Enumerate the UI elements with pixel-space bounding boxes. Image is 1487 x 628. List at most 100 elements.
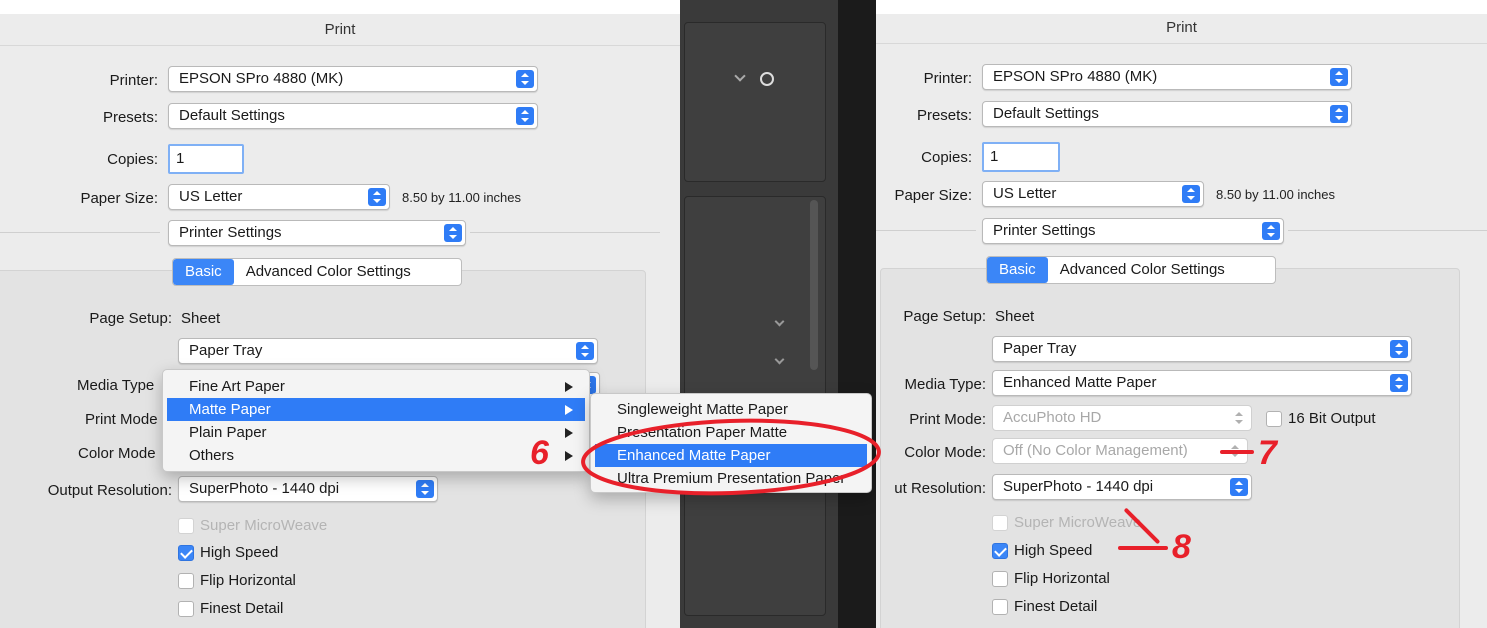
stepper-icon	[1230, 409, 1248, 427]
output-resolution-label: Output Resolution:	[47, 482, 172, 499]
output-resolution-popup[interactable]: SuperPhoto - 1440 dpi	[178, 476, 438, 502]
paper-size-label: Paper Size:	[894, 187, 972, 204]
paper-size-label: Paper Size:	[80, 190, 158, 207]
panel-select-value: Printer Settings	[179, 224, 282, 241]
checkbox-label: Finest Detail	[1014, 598, 1098, 615]
annotation-line-8	[1118, 546, 1168, 550]
16-bit-output-checkbox[interactable]: 16 Bit Output	[1266, 410, 1376, 428]
page-setup-label: Page Setup:	[89, 310, 172, 327]
submenu-arrow-icon	[565, 451, 573, 461]
tab-basic[interactable]: Basic	[987, 257, 1048, 283]
panel-select-value: Printer Settings	[993, 222, 1096, 239]
checkbox-label: Flip Horizontal	[200, 572, 296, 589]
panel-select-popup[interactable]: Printer Settings	[168, 220, 466, 246]
paper-source-value: Paper Tray	[189, 342, 263, 359]
high-speed-checkbox[interactable]: High Speed	[178, 544, 278, 562]
checkbox-label: Flip Horizontal	[1014, 570, 1110, 587]
output-resolution-popup[interactable]: SuperPhoto - 1440 dpi	[992, 474, 1252, 500]
copies-label: Copies:	[107, 151, 158, 168]
paper-source-popup[interactable]: Paper Tray	[992, 336, 1412, 362]
tab-basic[interactable]: Basic	[173, 259, 234, 285]
paper-size-value: US Letter	[993, 185, 1057, 202]
checkbox-box	[992, 599, 1008, 615]
printer-popup[interactable]: EPSON SPro 4880 (MK)	[982, 64, 1352, 90]
annotation-ellipse	[581, 418, 881, 496]
panel-select-popup[interactable]: Printer Settings	[982, 218, 1284, 244]
separator	[1288, 230, 1487, 231]
page-setup-value: Sheet	[995, 308, 1035, 325]
checkbox-label: Finest Detail	[200, 600, 284, 617]
super-microweave-checkbox[interactable]: Super MicroWeave	[992, 514, 1141, 532]
separator	[0, 232, 160, 233]
tab-advanced-color-settings[interactable]: Advanced Color Settings	[234, 259, 423, 285]
menu-item-label: Plain Paper	[189, 424, 267, 441]
media-type-label: Media Type	[77, 377, 155, 394]
stepper-icon	[516, 70, 534, 88]
copies-field[interactable]: 1	[168, 144, 244, 174]
stepper-icon	[444, 224, 462, 242]
checkbox-box	[992, 543, 1008, 559]
paper-size-popup[interactable]: US Letter	[982, 181, 1204, 207]
presets-popup[interactable]: Default Settings	[168, 103, 538, 129]
stepper-icon	[1262, 222, 1280, 240]
print-mode-popup[interactable]: AccuPhoto HD	[992, 405, 1252, 431]
output-resolution-value: SuperPhoto - 1440 dpi	[1003, 478, 1154, 495]
checkbox-box	[992, 515, 1008, 531]
paper-dimensions: 8.50 by 11.00 inches	[1216, 187, 1336, 202]
paper-source-popup[interactable]: Paper Tray	[178, 338, 598, 364]
submenu-arrow-icon	[565, 428, 573, 438]
color-mode-label: Color Mode	[78, 445, 156, 462]
high-speed-checkbox[interactable]: High Speed	[992, 542, 1092, 560]
paper-size-popup[interactable]: US Letter	[168, 184, 390, 210]
checkbox-label: Super MicroWeave	[1014, 514, 1142, 531]
output-resolution-label: ut Resolution:	[894, 480, 986, 497]
page-setup-value: Sheet	[181, 310, 221, 327]
menu-item-label: Others	[189, 447, 235, 464]
separator	[876, 230, 976, 231]
submenu-arrow-icon	[565, 405, 573, 415]
print-mode-value: AccuPhoto HD	[1003, 409, 1102, 426]
menu-item-plain-paper[interactable]: Plain Paper	[167, 421, 585, 444]
separator	[470, 232, 660, 233]
stepper-icon	[1230, 478, 1248, 496]
super-microweave-checkbox[interactable]: Super MicroWeave	[178, 517, 327, 535]
printer-value: EPSON SPro 4880 (MK)	[993, 68, 1158, 85]
stepper-icon	[1330, 68, 1348, 86]
tab-advanced-color-settings[interactable]: Advanced Color Settings	[1048, 257, 1237, 283]
menu-item-label: Fine Art Paper	[189, 378, 285, 395]
stepper-icon	[1390, 340, 1408, 358]
presets-label: Presets:	[916, 107, 972, 124]
printer-popup[interactable]: EPSON SPro 4880 (MK)	[168, 66, 538, 92]
menu-item-fine-art-paper[interactable]: Fine Art Paper	[167, 375, 585, 398]
presets-popup[interactable]: Default Settings	[982, 101, 1352, 127]
color-mode-value: Off (No Color Management)	[1003, 442, 1188, 459]
menu-item-label: Matte Paper	[189, 401, 271, 418]
flip-horizontal-checkbox[interactable]: Flip Horizontal	[992, 570, 1110, 588]
finest-detail-checkbox[interactable]: Finest Detail	[992, 598, 1097, 616]
printer-label: Printer:	[923, 70, 972, 87]
copies-field[interactable]: 1	[982, 142, 1060, 172]
presets-value: Default Settings	[993, 105, 1099, 122]
menu-item-matte-paper[interactable]: Matte Paper	[167, 398, 585, 421]
menu-item-others[interactable]: Others	[167, 444, 585, 467]
flip-horizontal-checkbox[interactable]: Flip Horizontal	[178, 572, 296, 590]
checkbox-label: Super MicroWeave	[200, 517, 328, 534]
scrollbar[interactable]	[810, 200, 818, 370]
media-type-label: Media Type:	[904, 376, 986, 393]
annotation-step-8: 8	[1172, 528, 1191, 566]
stepper-icon	[368, 188, 386, 206]
checkbox-label: High Speed	[200, 544, 279, 561]
print-dialog-left: Print Printer: EPSON SPro 4880 (MK) Pres…	[0, 0, 680, 628]
stepper-icon	[1330, 105, 1348, 123]
checkbox-box	[178, 573, 194, 589]
checkbox-box	[178, 518, 194, 534]
media-type-popup[interactable]: Enhanced Matte Paper	[992, 370, 1412, 396]
color-mode-popup[interactable]: Off (No Color Management)	[992, 438, 1248, 464]
top-margin	[876, 0, 1487, 14]
tab-bar: Basic Advanced Color Settings	[986, 256, 1276, 284]
background-app-window	[680, 0, 876, 628]
print-mode-label: Print Mode:	[909, 411, 986, 428]
paper-size-value: US Letter	[179, 188, 243, 205]
checkbox-label: 16 Bit Output	[1288, 410, 1376, 427]
finest-detail-checkbox[interactable]: Finest Detail	[178, 600, 283, 618]
